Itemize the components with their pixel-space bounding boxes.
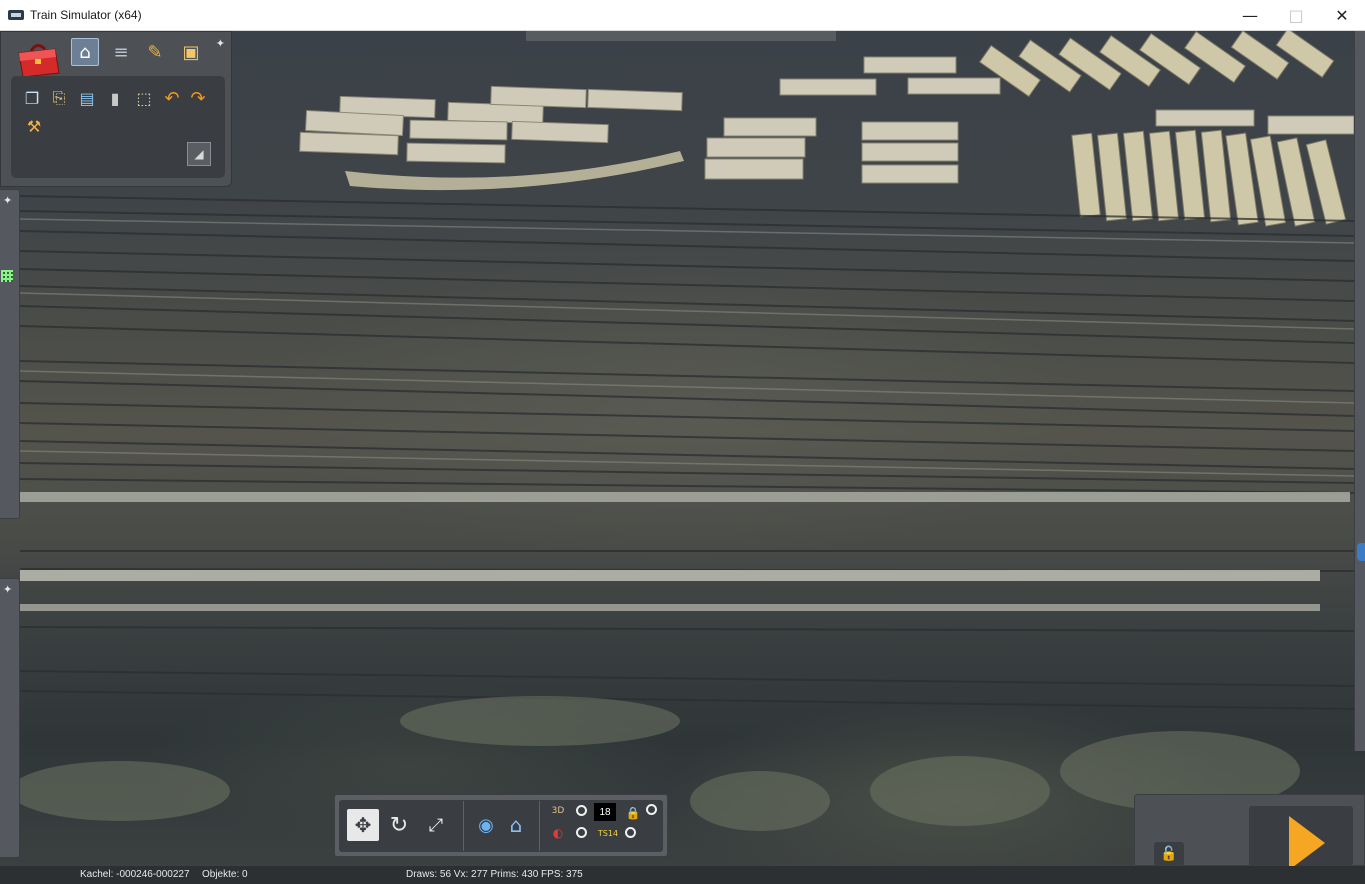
scale-icon[interactable]: ⤢ <box>420 809 452 841</box>
object-count: Objekte: 0 <box>202 869 248 880</box>
pin-icon[interactable]: ✦ <box>3 194 12 207</box>
ts-icon[interactable]: TS14 <box>598 825 618 841</box>
grid-icon[interactable] <box>1 270 13 282</box>
paste-icon[interactable]: ⎘ <box>48 87 70 109</box>
left-panel-strip: ✦ ✦ <box>0 183 22 863</box>
radio-ts[interactable] <box>625 827 636 838</box>
tab-paint[interactable]: ✎ <box>141 38 169 66</box>
separator <box>539 801 540 851</box>
title-bar: Train Simulator (x64) — □ ✕ <box>0 0 1365 31</box>
maximize-button[interactable]: □ <box>1273 0 1319 31</box>
signal-icon[interactable]: ◐ <box>549 825 567 841</box>
radio-3d[interactable] <box>576 805 587 816</box>
window-controls: — □ ✕ <box>1227 0 1365 31</box>
train-icon: ▣ <box>182 41 200 63</box>
undo-icon[interactable]: ↶ <box>161 87 183 109</box>
rotate-icon[interactable]: ↻ <box>383 809 415 841</box>
play-icon <box>1289 816 1325 870</box>
paintbrush-icon: ✎ <box>147 41 163 63</box>
move-mode-icon[interactable]: ✥ <box>347 809 379 841</box>
performance-stats: Draws: 56 Vx: 277 Prims: 430 FPS: 375 <box>406 869 583 880</box>
redo-icon[interactable]: ↷ <box>187 87 209 109</box>
grid-size-badge[interactable]: 18 <box>594 803 616 821</box>
tab-home[interactable]: ⌂ <box>71 38 99 66</box>
right-panel-edge[interactable] <box>1354 31 1365 751</box>
toolbox-icon[interactable] <box>15 39 61 79</box>
separator <box>463 801 464 851</box>
lock-icon[interactable]: 🔒 <box>624 805 642 821</box>
status-bar: Kachel: -000246-000227 Objekte: 0 Draws:… <box>0 866 1365 884</box>
pin-icon[interactable]: ✦ <box>216 37 225 50</box>
unlock-icon[interactable]: 🔓 <box>1154 842 1184 866</box>
window-title: Train Simulator (x64) <box>30 8 142 22</box>
copy-icon[interactable]: ❐ <box>21 87 43 109</box>
editor-toolbox: ⌂ ≡ ✎ ▣ ✦ ❐ ⎘ ▤ ▮ ⬚ ↶ ↷ ⚒ ◢ <box>0 31 232 187</box>
minimize-button[interactable]: — <box>1227 0 1273 31</box>
pin-icon[interactable]: ✦ <box>3 583 12 596</box>
track-icon: ≡ <box>113 41 129 63</box>
left-panel-lower[interactable]: ✦ <box>0 578 20 858</box>
trash-icon[interactable]: ▮ <box>104 87 126 109</box>
globe-icon[interactable]: ◉ <box>470 809 502 841</box>
measure-icon[interactable]: ⚒ <box>23 115 45 137</box>
3d-icon[interactable]: 3D <box>549 803 567 819</box>
app-icon <box>8 10 24 20</box>
zoom-area-icon[interactable]: ⬚ <box>133 87 155 109</box>
tab-track[interactable]: ≡ <box>107 38 135 66</box>
monitor-icon[interactable]: ▤ <box>76 87 98 109</box>
home-icon: ⌂ <box>79 41 91 63</box>
play-button[interactable] <box>1249 806 1353 870</box>
left-panel-upper[interactable]: ✦ <box>0 189 20 519</box>
radio-signal[interactable] <box>576 827 587 838</box>
right-panel-handle[interactable] <box>1357 543 1365 561</box>
tile-coordinates: Kachel: -000246-000227 <box>80 869 190 880</box>
tab-train[interactable]: ▣ <box>177 38 205 66</box>
close-button[interactable]: ✕ <box>1319 0 1365 31</box>
home-view-icon[interactable]: ⌂ <box>500 809 532 841</box>
radio-lock[interactable] <box>646 804 657 815</box>
camera-control-bar: ✥ ↻ ⤢ ◉ ⌂ 3D 18 🔒 ◐ TS14 <box>334 794 668 857</box>
resize-icon[interactable]: ◢ <box>187 142 211 166</box>
